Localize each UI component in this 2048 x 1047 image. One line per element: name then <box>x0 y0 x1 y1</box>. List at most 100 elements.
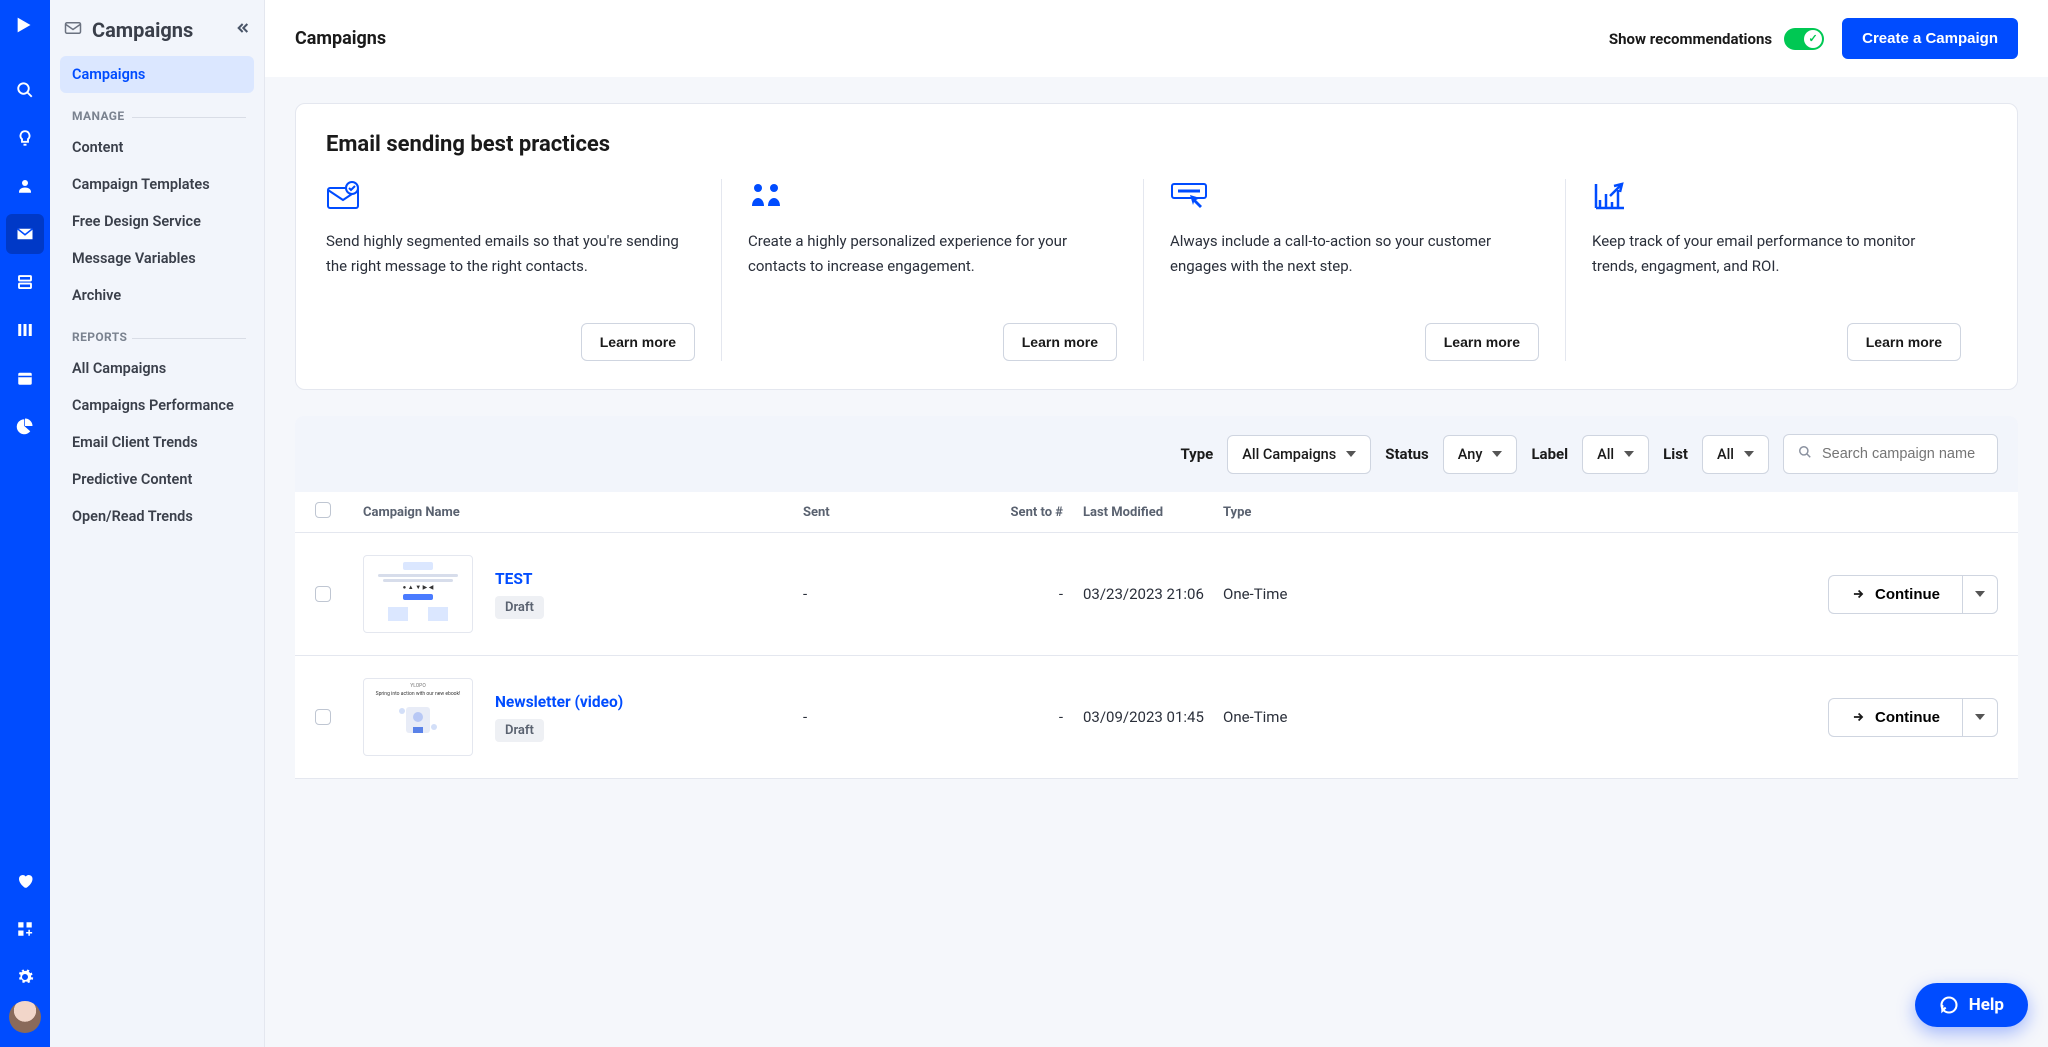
cell-sent-to: - <box>943 585 1083 603</box>
sidebar-item-free-design[interactable]: Free Design Service <box>60 203 254 240</box>
cell-last-modified: 03/09/2023 01:45 <box>1083 708 1223 726</box>
sidebar-item-campaigns-performance[interactable]: Campaigns Performance <box>60 387 254 424</box>
chart-up-icon <box>1592 179 1961 213</box>
practice-card: Keep track of your email performance to … <box>1565 179 1987 361</box>
sidebar-title: Campaigns <box>92 18 224 42</box>
table-header-row: Campaign Name Sent Sent to # Last Modifi… <box>295 492 2018 533</box>
cell-type: One-Time <box>1223 585 1343 603</box>
row-checkbox[interactable] <box>315 586 331 602</box>
status-badge: Draft <box>495 719 544 742</box>
status-badge: Draft <box>495 596 544 619</box>
filter-list-label: List <box>1663 445 1688 463</box>
sidebar-item-campaigns[interactable]: Campaigns <box>60 56 254 93</box>
practice-text: Create a highly personalized experience … <box>748 229 1117 309</box>
sidebar-item-all-campaigns[interactable]: All Campaigns <box>60 350 254 387</box>
page-title: Campaigns <box>295 28 386 49</box>
filter-bar: Type All Campaigns Status Any Label All … <box>295 416 2018 492</box>
filter-label-label: Label <box>1531 445 1568 463</box>
chevron-down-icon <box>1492 451 1502 457</box>
row-actions-dropdown[interactable] <box>1962 698 1998 737</box>
filter-label-select[interactable]: All <box>1582 435 1649 474</box>
th-last-modified: Last Modified <box>1083 505 1223 520</box>
sidebar-item-templates[interactable]: Campaign Templates <box>60 166 254 203</box>
campaign-thumbnail: ● ▲ ▼ ▶ ◀ <box>363 555 473 633</box>
filter-list-select[interactable]: All <box>1702 435 1769 474</box>
cell-sent-to: - <box>943 708 1083 726</box>
mail-icon <box>64 19 82 41</box>
gear-icon[interactable] <box>6 957 44 997</box>
learn-more-button[interactable]: Learn more <box>581 323 695 361</box>
learn-more-button[interactable]: Learn more <box>1003 323 1117 361</box>
filter-type-label: Type <box>1180 445 1213 463</box>
app-logo-icon[interactable] <box>14 14 36 42</box>
avatar[interactable] <box>9 1001 41 1033</box>
sidebar-item-email-client-trends[interactable]: Email Client Trends <box>60 424 254 461</box>
chevron-down-icon <box>1975 591 1985 597</box>
cell-sent: - <box>803 585 943 603</box>
help-button[interactable]: Help <box>1915 983 2028 1027</box>
search-input-wrapper <box>1783 434 1998 474</box>
best-practices-panel: Email sending best practices Send highly… <box>295 103 2018 390</box>
sidebar-item-message-variables[interactable]: Message Variables <box>60 240 254 277</box>
help-label: Help <box>1969 995 2004 1015</box>
people-icon <box>748 179 1117 213</box>
apps-icon[interactable] <box>6 909 44 949</box>
server-icon[interactable] <box>6 262 44 302</box>
show-recommendations-label: Show recommendations <box>1609 30 1772 48</box>
cell-sent: - <box>803 708 943 726</box>
learn-more-button[interactable]: Learn more <box>1847 323 1961 361</box>
sidebar-item-content[interactable]: Content <box>60 129 254 166</box>
chevron-down-icon <box>1744 451 1754 457</box>
continue-button[interactable]: Continue <box>1828 698 1962 737</box>
cell-type: One-Time <box>1223 708 1343 726</box>
practice-text: Always include a call-to-action so your … <box>1170 229 1539 309</box>
chevron-down-icon <box>1624 451 1634 457</box>
filter-status-label: Status <box>1385 445 1429 463</box>
learn-more-button[interactable]: Learn more <box>1425 323 1539 361</box>
search-input[interactable] <box>1822 446 1983 462</box>
practice-text: Keep track of your email performance to … <box>1592 229 1961 309</box>
pie-icon[interactable] <box>6 406 44 446</box>
th-sent-to: Sent to # <box>943 505 1083 520</box>
practice-card: Send highly segmented emails so that you… <box>326 179 721 361</box>
table-row: ● ▲ ▼ ▶ ◀ TEST Draft - - 03/23/2023 21:0… <box>295 533 2018 656</box>
cell-last-modified: 03/23/2023 21:06 <box>1083 585 1223 603</box>
sidebar-section-manage: MANAGE <box>60 93 254 129</box>
sidebar: Campaigns Campaigns MANAGE Content Campa… <box>50 0 265 1047</box>
cta-button-icon <box>1170 179 1539 213</box>
filter-type-select[interactable]: All Campaigns <box>1227 435 1371 474</box>
collapse-sidebar-icon[interactable] <box>234 20 250 40</box>
sidebar-section-reports: REPORTS <box>60 314 254 350</box>
search-icon <box>1798 445 1812 463</box>
th-sent: Sent <box>803 505 943 520</box>
row-checkbox[interactable] <box>315 709 331 725</box>
practice-card: Always include a call-to-action so your … <box>1143 179 1565 361</box>
main-content: Campaigns Show recommendations Create a … <box>265 0 2048 1047</box>
sidebar-item-open-read-trends[interactable]: Open/Read Trends <box>60 498 254 535</box>
continue-button[interactable]: Continue <box>1828 575 1962 614</box>
calendar-icon[interactable] <box>6 358 44 398</box>
sidebar-item-predictive-content[interactable]: Predictive Content <box>60 461 254 498</box>
filter-status-select[interactable]: Any <box>1443 435 1518 474</box>
table-row: YLOPO Spring into action with our new eb… <box>295 656 2018 779</box>
campaign-name-link[interactable]: TEST <box>495 570 544 588</box>
th-type: Type <box>1223 505 1343 520</box>
campaign-name-link[interactable]: Newsletter (video) <box>495 693 623 711</box>
create-campaign-button[interactable]: Create a Campaign <box>1842 18 2018 59</box>
recommendations-toggle[interactable] <box>1784 28 1824 50</box>
person-icon[interactable] <box>6 166 44 206</box>
envelope-check-icon <box>326 179 695 213</box>
topbar: Campaigns Show recommendations Create a … <box>265 0 2048 77</box>
select-all-checkbox[interactable] <box>315 502 331 518</box>
panel-title: Email sending best practices <box>326 132 1987 157</box>
heart-icon[interactable] <box>6 861 44 901</box>
search-icon[interactable] <box>6 70 44 110</box>
sidebar-item-archive[interactable]: Archive <box>60 277 254 314</box>
columns-icon[interactable] <box>6 310 44 350</box>
row-actions-dropdown[interactable] <box>1962 575 1998 614</box>
chevron-down-icon <box>1975 714 1985 720</box>
bulb-icon[interactable] <box>6 118 44 158</box>
practice-text: Send highly segmented emails so that you… <box>326 229 695 309</box>
nav-rail <box>0 0 50 1047</box>
mail-icon[interactable] <box>6 214 44 254</box>
